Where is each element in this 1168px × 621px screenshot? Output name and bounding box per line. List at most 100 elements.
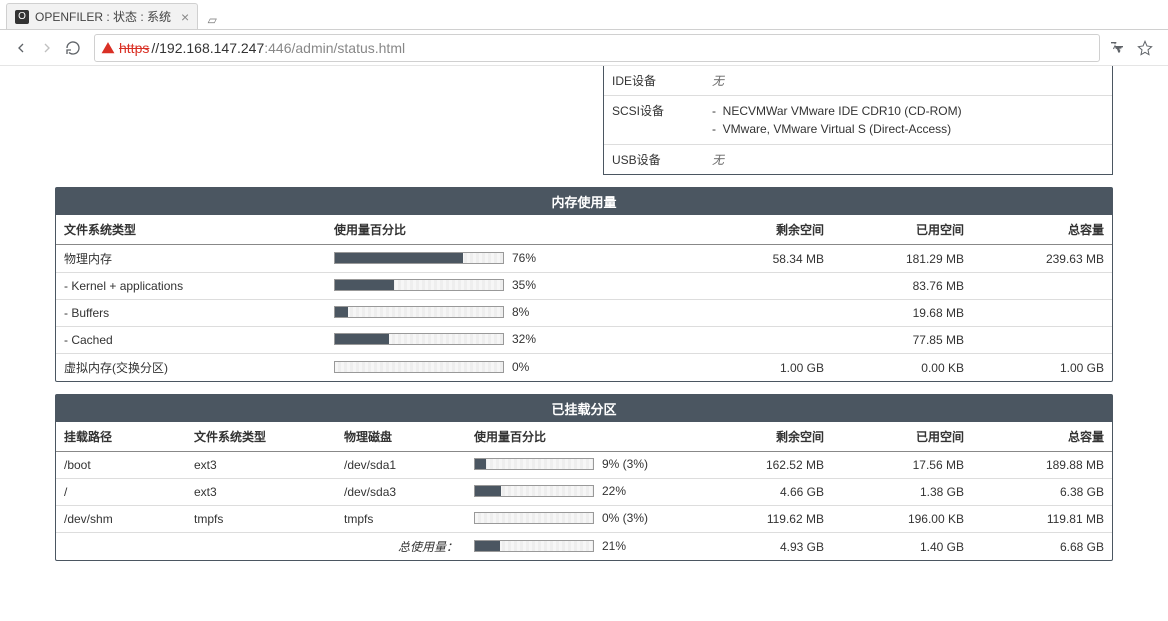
browser-tab[interactable]: O OPENFILER : 状态 : 系统 × xyxy=(6,3,198,29)
free-cell: 4.93 GB xyxy=(692,533,832,561)
fstype-cell: tmpfs xyxy=(186,506,336,533)
free-cell xyxy=(692,300,832,327)
tab-favicon: O xyxy=(15,10,29,24)
progress-label: 22% xyxy=(602,484,626,498)
col-header: 已用空间 xyxy=(832,422,972,452)
col-header: 使用量百分比 xyxy=(326,215,692,245)
free-cell: 4.66 GB xyxy=(692,479,832,506)
url-path: :446/admin/status.html xyxy=(264,40,405,56)
progress-bar xyxy=(334,361,504,373)
device-row: IDE设备无 xyxy=(604,66,1112,96)
used-cell: 0.00 KB xyxy=(832,354,972,382)
progress-label: 9% (3%) xyxy=(602,457,648,471)
table-row: / ext3 /dev/sda3 22% 4.66 GB 1.38 GB 6.3… xyxy=(56,479,1112,506)
table-row: /dev/shm tmpfs tmpfs 0% (3%) 119.62 MB 1… xyxy=(56,506,1112,533)
total-cell xyxy=(972,273,1112,300)
tab-title: OPENFILER : 状态 : 系统 xyxy=(35,8,171,25)
progress-bar xyxy=(474,458,594,470)
used-cell: 83.76 MB xyxy=(832,273,972,300)
table-row: /boot ext3 /dev/sda1 9% (3%) 162.52 MB 1… xyxy=(56,452,1112,479)
not-secure-icon xyxy=(101,41,115,55)
total-cell: 1.00 GB xyxy=(972,354,1112,382)
total-cell xyxy=(972,327,1112,354)
progress-bar xyxy=(474,540,594,552)
used-cell: 1.38 GB xyxy=(832,479,972,506)
memory-table: 文件系统类型 使用量百分比 剩余空间 已用空间 总容量 物理内存 76% 58.… xyxy=(56,215,1112,381)
table-row: 物理内存 76% 58.34 MB 181.29 MB 239.63 MB xyxy=(56,245,1112,273)
memory-section: 内存使用量 文件系统类型 使用量百分比 剩余空间 已用空间 总容量 物理内存 7… xyxy=(55,187,1113,382)
col-header: 物理磁盘 xyxy=(336,422,466,452)
device-row: USB设备无 xyxy=(604,145,1112,175)
device-none: 无 xyxy=(712,153,724,167)
used-cell: 19.68 MB xyxy=(832,300,972,327)
url-scheme: https xyxy=(119,40,149,56)
table-row: - Buffers 8% 19.68 MB xyxy=(56,300,1112,327)
total-cell: 6.38 GB xyxy=(972,479,1112,506)
progress-bar xyxy=(474,512,594,524)
col-header: 文件系统类型 xyxy=(186,422,336,452)
translate-icon[interactable] xyxy=(1108,39,1126,57)
device-list-item: - NECVMWar VMware IDE CDR10 (CD-ROM) xyxy=(712,102,1104,120)
fs-name: 虚拟内存(交换分区) xyxy=(56,354,326,382)
total-cell: 6.68 GB xyxy=(972,533,1112,561)
totals-label: 总使用量： xyxy=(336,533,466,561)
total-cell: 189.88 MB xyxy=(972,452,1112,479)
mounts-section-title: 已挂载分区 xyxy=(56,395,1112,422)
reload-button[interactable] xyxy=(60,35,86,61)
used-cell: 196.00 KB xyxy=(832,506,972,533)
free-cell: 162.52 MB xyxy=(692,452,832,479)
browser-toolbar: https //192.168.147.247 :446/admin/statu… xyxy=(0,30,1168,66)
table-row: - Kernel + applications 35% 83.76 MB xyxy=(56,273,1112,300)
device-label: SCSI设备 xyxy=(604,96,704,145)
mount-cell: /boot xyxy=(56,452,186,479)
progress-label: 8% xyxy=(512,305,529,319)
fs-name: - Kernel + applications xyxy=(56,273,326,300)
star-icon[interactable] xyxy=(1136,39,1154,57)
browser-tab-bar: O OPENFILER : 状态 : 系统 × ▱ xyxy=(0,0,1168,30)
progress-bar xyxy=(334,279,504,291)
mount-cell: /dev/shm xyxy=(56,506,186,533)
fstype-cell: ext3 xyxy=(186,479,336,506)
forward-button[interactable] xyxy=(34,35,60,61)
progress-bar xyxy=(334,333,504,345)
device-table: IDE设备无SCSI设备- NECVMWar VMware IDE CDR10 … xyxy=(604,66,1112,174)
device-list-item: - VMware, VMware Virtual S (Direct-Acces… xyxy=(712,120,1104,138)
col-header: 总容量 xyxy=(972,422,1112,452)
progress-bar xyxy=(334,252,504,264)
free-cell xyxy=(692,327,832,354)
free-cell: 1.00 GB xyxy=(692,354,832,382)
new-tab-button[interactable]: ▱ xyxy=(202,11,222,29)
totals-row: 总使用量： 21% 4.93 GB 1.40 GB 6.68 GB xyxy=(56,533,1112,561)
used-cell: 77.85 MB xyxy=(832,327,972,354)
device-label: IDE设备 xyxy=(604,66,704,96)
used-cell: 181.29 MB xyxy=(832,245,972,273)
disk-cell: /dev/sda3 xyxy=(336,479,466,506)
mounts-section: 已挂载分区 挂载路径 文件系统类型 物理磁盘 使用量百分比 剩余空间 已用空间 … xyxy=(55,394,1113,561)
progress-bar xyxy=(334,306,504,318)
device-label: USB设备 xyxy=(604,145,704,175)
col-header: 剩余空间 xyxy=(692,422,832,452)
free-cell: 58.34 MB xyxy=(692,245,832,273)
table-row: 虚拟内存(交换分区) 0% 1.00 GB 0.00 KB 1.00 GB xyxy=(56,354,1112,382)
progress-label: 35% xyxy=(512,278,536,292)
fs-name: 物理内存 xyxy=(56,245,326,273)
used-cell: 1.40 GB xyxy=(832,533,972,561)
mounts-table: 挂载路径 文件系统类型 物理磁盘 使用量百分比 剩余空间 已用空间 总容量 /b… xyxy=(56,422,1112,560)
fs-name: - Cached xyxy=(56,327,326,354)
progress-label: 32% xyxy=(512,332,536,346)
device-none: 无 xyxy=(712,74,724,88)
disk-cell: /dev/sda1 xyxy=(336,452,466,479)
progress-label: 21% xyxy=(602,539,626,553)
col-header: 已用空间 xyxy=(832,215,972,245)
address-bar[interactable]: https //192.168.147.247 :446/admin/statu… xyxy=(94,34,1100,62)
close-icon[interactable]: × xyxy=(181,10,189,24)
progress-bar xyxy=(474,485,594,497)
used-cell: 17.56 MB xyxy=(832,452,972,479)
col-header: 总容量 xyxy=(972,215,1112,245)
mount-cell: / xyxy=(56,479,186,506)
total-cell xyxy=(972,300,1112,327)
memory-section-title: 内存使用量 xyxy=(56,188,1112,215)
free-cell: 119.62 MB xyxy=(692,506,832,533)
progress-label: 76% xyxy=(512,251,536,265)
back-button[interactable] xyxy=(8,35,34,61)
